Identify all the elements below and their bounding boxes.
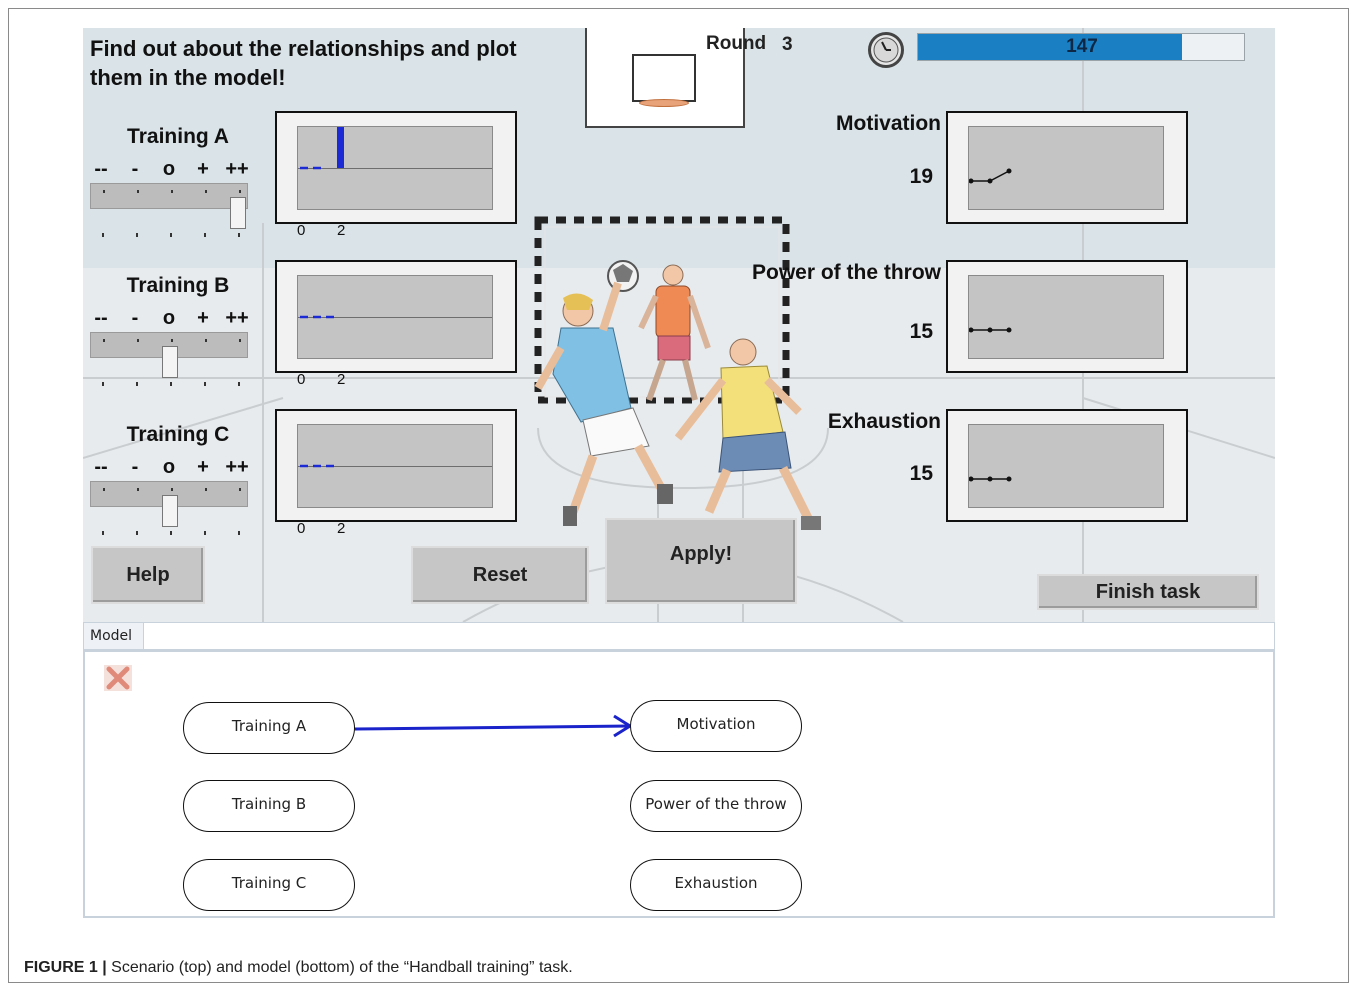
output-history-point (1006, 168, 1012, 174)
model-canvas[interactable]: Training A Training B Training C Motivation… (83, 650, 1275, 918)
player-blue (534, 281, 673, 526)
slider-scale-label: o (162, 158, 176, 180)
input-history-graph (275, 111, 517, 224)
slider-handle[interactable] (230, 197, 246, 229)
model-node-input[interactable]: Training B (183, 780, 355, 832)
slider-scale: -- - o + ++ (91, 158, 251, 180)
output-value: 19 (909, 165, 933, 188)
input-title: Training A (127, 125, 229, 148)
slider-scale: -- - o + ++ (91, 456, 251, 478)
graph-axis-label: 2 (337, 222, 346, 239)
caption-label: FIGURE 1 | (24, 959, 107, 976)
graph-axis-label: 0 (297, 222, 306, 239)
slider-scale-label: + (197, 158, 209, 180)
slider-ticks (90, 382, 248, 388)
output-title: Power of the throw (752, 261, 941, 284)
slider-scale-label: -- (94, 307, 108, 329)
clock-icon (868, 32, 904, 68)
model-node-output[interactable]: Motivation (630, 700, 802, 752)
output-history-point (987, 476, 993, 482)
slider-scale-label: - (131, 456, 139, 478)
output-history-point (1006, 327, 1012, 333)
time-remaining-bar: 147 (917, 33, 1245, 61)
player-yellow (674, 338, 821, 530)
slider-scale-label: -- (94, 456, 108, 478)
tab-model[interactable]: Model (84, 623, 144, 649)
model-node-output[interactable]: Exhaustion (630, 859, 802, 911)
output-history-graph (946, 111, 1188, 224)
task-instruction: Find out about the relationships and plo… (90, 36, 517, 90)
input-title: Training B (126, 274, 230, 297)
slider-scale-label: ++ (225, 307, 249, 329)
current-input-bar (337, 127, 344, 168)
slider-handle[interactable] (162, 495, 178, 527)
round-label: Round (706, 33, 767, 54)
slider-scale-label: - (131, 158, 139, 180)
input-history-graph (275, 409, 517, 522)
slider-ticks (90, 531, 248, 537)
output-value: 15 (909, 320, 933, 343)
slider-scale-label: + (197, 456, 209, 478)
model-node-output[interactable]: Power of the throw (630, 780, 802, 832)
slider-scale-label: o (162, 456, 176, 478)
slider-scale: -- - o + ++ (91, 307, 251, 329)
graph-axis-label: 2 (337, 371, 346, 388)
model-node-input[interactable]: Training A (183, 702, 355, 754)
output-history-graph (946, 260, 1188, 373)
finish-task-button[interactable]: Finish task (1037, 574, 1259, 610)
model-node-input[interactable]: Training C (183, 859, 355, 911)
player-orange (638, 264, 711, 401)
graph-axis-label: 0 (297, 520, 306, 537)
output-title: Exhaustion (827, 410, 941, 433)
slider-ticks (90, 233, 248, 239)
output-title: Motivation (836, 112, 941, 135)
output-history-point (969, 178, 974, 184)
scenario-panel: Find out about the relationships and plo… (83, 28, 1275, 622)
slider-scale-label: ++ (225, 158, 249, 180)
slider-scale-label: o (162, 307, 176, 329)
output-history-point (969, 327, 974, 333)
output-history-graph (946, 409, 1188, 522)
graph-axis-label: 2 (337, 520, 346, 537)
time-remaining-value: 147 (1066, 36, 1098, 57)
output-history-point (1006, 476, 1012, 482)
help-button[interactable]: Help (91, 546, 205, 604)
reset-button[interactable]: Reset (411, 546, 589, 604)
model-edge-arrow (354, 724, 631, 731)
slider-scale-label: + (197, 307, 209, 329)
output-history-point (969, 476, 974, 482)
slider-handle[interactable] (162, 346, 178, 378)
input-history-graph (275, 260, 517, 373)
figure-caption: FIGURE 1 | Scenario (top) and model (bot… (24, 959, 573, 977)
apply-button[interactable]: Apply! (605, 518, 797, 604)
slider-scale-label: - (131, 307, 139, 329)
output-value: 15 (909, 462, 933, 485)
slider-track[interactable] (90, 183, 248, 209)
round-value: 3 (782, 34, 793, 55)
slider-scale-label: -- (94, 158, 108, 180)
slider-scale-label: ++ (225, 456, 249, 478)
graph-axis-label: 0 (297, 371, 306, 388)
model-tab-bar: Model (83, 622, 1275, 650)
output-history-point (987, 327, 993, 333)
input-title: Training C (126, 423, 230, 446)
caption-text: Scenario (top) and model (bottom) of the… (111, 959, 573, 976)
output-history-point (987, 178, 993, 184)
